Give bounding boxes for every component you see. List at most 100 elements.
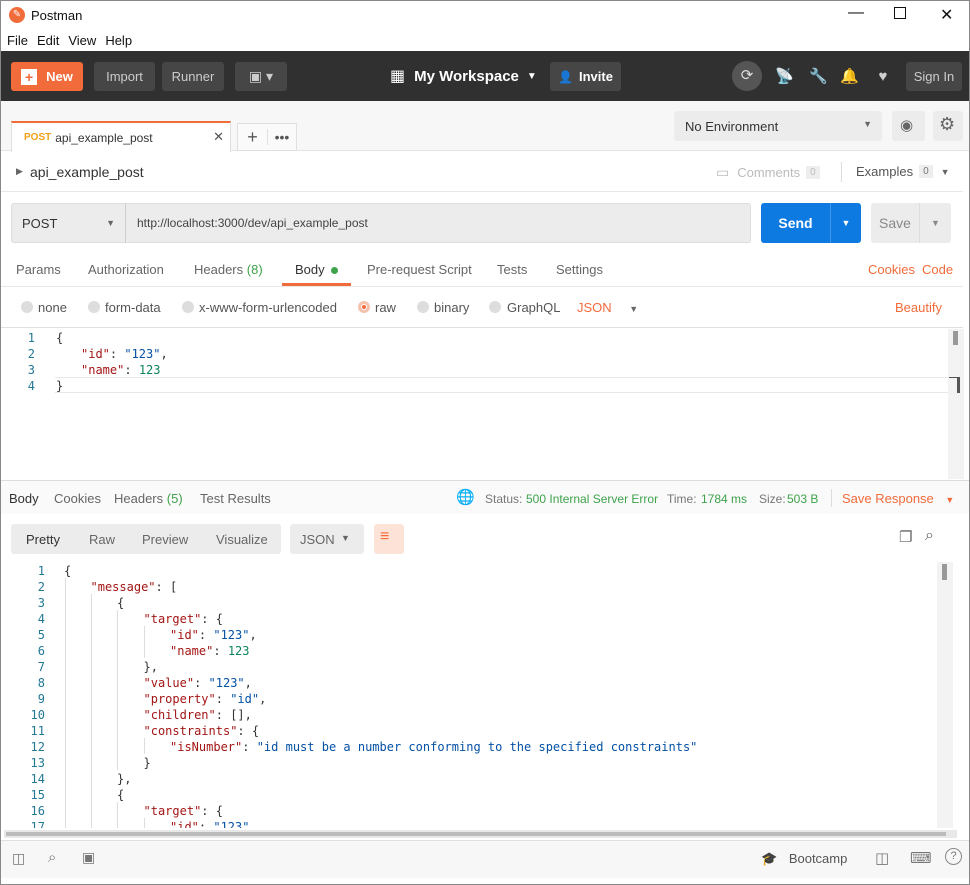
- code-line: "target": {: [143, 612, 223, 626]
- send-options-button[interactable]: ▼: [830, 203, 861, 243]
- import-button[interactable]: Import: [94, 62, 155, 91]
- save-options-button[interactable]: ▼: [919, 203, 951, 243]
- new-window-button[interactable]: ▣ ▾: [235, 62, 287, 91]
- response-tab-test-results[interactable]: Test Results: [200, 491, 271, 506]
- line-number: 16: [30, 804, 45, 818]
- title-bar: ✎ Postman — ✕: [1, 1, 969, 30]
- radio-graphql[interactable]: [489, 301, 501, 313]
- save-button[interactable]: Save ▼: [871, 203, 951, 243]
- globe-icon[interactable]: 🌐: [456, 488, 475, 506]
- bootcamp-button[interactable]: 🎓 Bootcamp: [761, 851, 847, 867]
- search-icon[interactable]: ⌕: [925, 527, 934, 545]
- tab-authorization[interactable]: Authorization: [88, 262, 164, 277]
- response-scrollbar[interactable]: [937, 562, 953, 828]
- view-raw[interactable]: Raw: [89, 532, 115, 547]
- beautify-link[interactable]: Beautify: [895, 300, 942, 315]
- keyboard-shortcuts-icon[interactable]: ⌨: [910, 849, 932, 867]
- caret-down-icon: ▼: [526, 70, 537, 82]
- sidebar-toggle-icon[interactable]: ◫: [12, 850, 25, 867]
- heart-icon[interactable]: ♥: [874, 68, 892, 86]
- maximize-button[interactable]: [894, 7, 906, 19]
- request-editor-scrollbar[interactable]: [948, 329, 964, 479]
- menu-edit[interactable]: Edit: [37, 33, 59, 48]
- response-tab-body[interactable]: Body: [9, 491, 39, 506]
- view-pretty[interactable]: Pretty: [26, 532, 60, 547]
- response-format-select[interactable]: JSON ▼: [290, 524, 364, 554]
- two-pane-view-icon[interactable]: ◫: [875, 849, 889, 867]
- radio-form-data[interactable]: [88, 301, 100, 313]
- response-tab-headers[interactable]: Headers (5): [114, 491, 183, 506]
- code-link[interactable]: Code: [922, 262, 953, 277]
- tab-settings[interactable]: Settings: [556, 262, 603, 277]
- tab-prerequest-script[interactable]: Pre-request Script: [367, 262, 472, 277]
- cookies-link[interactable]: Cookies: [868, 262, 915, 277]
- invite-button[interactable]: 👤 Invite: [550, 62, 621, 91]
- tab-headers-label: Headers: [194, 262, 244, 277]
- manage-environments-button[interactable]: ⚙: [933, 111, 963, 141]
- tab-tests[interactable]: Tests: [497, 262, 527, 277]
- minimize-button[interactable]: —: [848, 4, 864, 22]
- line-number: 3: [27, 363, 35, 377]
- copy-icon[interactable]: ❐: [899, 528, 912, 546]
- wrap-lines-button[interactable]: ≡: [374, 524, 404, 554]
- code-line: {: [64, 564, 72, 578]
- find-icon[interactable]: ⌕: [48, 849, 56, 866]
- environment-quick-look-button[interactable]: ◉: [892, 111, 925, 141]
- send-button[interactable]: Send ▼: [761, 203, 861, 243]
- code-line: "id": "123",: [81, 347, 168, 361]
- status-value: 500 Internal Server Error: [526, 492, 659, 506]
- request-body-editor[interactable]: 1 2 3 4 { "id": "123", "name": 123 }: [1, 329, 948, 479]
- response-tab-headers-label: Headers: [114, 491, 164, 506]
- tab-headers[interactable]: Headers (8): [194, 262, 263, 277]
- request-tab[interactable]: POST api_example_post ✕: [11, 121, 231, 152]
- request-tabs: Params Authorization Headers (8) Body Pr…: [1, 253, 963, 287]
- bell-icon[interactable]: 🔔: [840, 68, 859, 86]
- radio-urlencoded-label: x-www-form-urlencoded: [199, 300, 337, 315]
- satellite-icon[interactable]: 📡: [775, 68, 794, 86]
- radio-binary[interactable]: [417, 301, 429, 313]
- view-visualize[interactable]: Visualize: [216, 532, 268, 547]
- close-tab-icon[interactable]: ✕: [213, 129, 224, 145]
- menu-help[interactable]: Help: [105, 33, 132, 48]
- response-tab-cookies[interactable]: Cookies: [54, 491, 101, 506]
- wrench-icon[interactable]: 🔧: [809, 68, 828, 86]
- comments-button[interactable]: ▭ Comments 0: [716, 164, 820, 181]
- code-line: "value": "123",: [143, 676, 252, 690]
- workspace-selector[interactable]: ▦ My Workspace ▼: [390, 66, 537, 86]
- sync-off-icon[interactable]: ⟳: [732, 61, 762, 91]
- raw-format-select[interactable]: JSON ▼: [577, 300, 638, 315]
- view-preview[interactable]: Preview: [142, 532, 188, 547]
- menu-bar: File Edit View Help: [1, 30, 969, 51]
- close-button[interactable]: ✕: [940, 5, 953, 25]
- radio-none[interactable]: [21, 301, 33, 313]
- indent-guide: [144, 626, 145, 658]
- radio-raw[interactable]: [358, 301, 370, 313]
- code-line: "name": 123: [81, 363, 161, 377]
- response-body-viewer[interactable]: 1 {2 "message": [3 {4 "target": {5 "id": "123…: [1, 562, 936, 828]
- console-icon[interactable]: ▣: [82, 849, 95, 866]
- tab-body[interactable]: Body: [282, 253, 352, 286]
- help-icon[interactable]: ?: [945, 848, 962, 865]
- environment-select[interactable]: No Environment ▼: [674, 111, 882, 141]
- invite-label: Invite: [578, 69, 613, 84]
- tab-params[interactable]: Params: [16, 262, 61, 277]
- comments-label: Comments: [737, 165, 801, 180]
- url-input[interactable]: http://localhost:3000/dev/api_example_po…: [125, 203, 751, 243]
- caret-right-icon[interactable]: ▶: [16, 166, 23, 177]
- more-tabs-button[interactable]: •••: [266, 129, 296, 145]
- runner-button[interactable]: Runner: [162, 62, 224, 91]
- sign-in-button[interactable]: Sign In: [906, 62, 962, 91]
- new-button[interactable]: + New: [11, 62, 83, 91]
- menu-view[interactable]: View: [68, 33, 96, 48]
- code-line: "children": [],: [143, 708, 252, 722]
- menu-file[interactable]: File: [7, 33, 28, 48]
- radio-urlencoded[interactable]: [182, 301, 194, 313]
- horizontal-scrollbar[interactable]: [4, 830, 957, 838]
- add-tab-button[interactable]: +: [238, 127, 267, 148]
- line-number: 14: [30, 772, 45, 786]
- examples-dropdown[interactable]: Examples 0 ▼: [856, 164, 950, 179]
- response-tab-headers-count: (5): [166, 491, 183, 506]
- url-value: http://localhost:3000/dev/api_example_po…: [137, 216, 368, 230]
- save-response-button[interactable]: Save Response ▼: [842, 491, 954, 506]
- method-select[interactable]: POST ▼: [11, 203, 126, 243]
